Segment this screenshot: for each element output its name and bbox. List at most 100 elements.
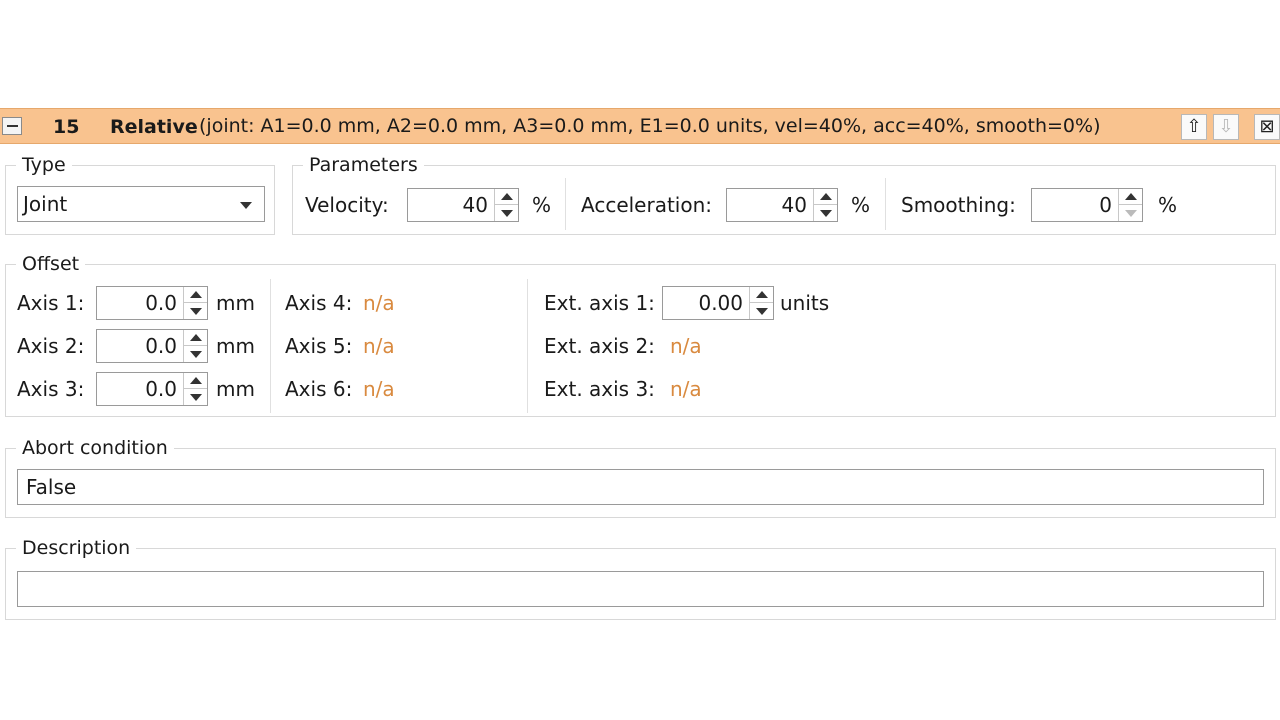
smoothing-increment[interactable] xyxy=(1119,189,1142,205)
acceleration-label: Acceleration: xyxy=(581,193,713,217)
velocity-decrement[interactable] xyxy=(495,205,518,221)
description-label: Description xyxy=(16,537,137,559)
axis5-label: Axis 5: xyxy=(285,334,353,358)
axis6-value: n/a xyxy=(363,377,395,401)
ext-axis1-label: Ext. axis 1: xyxy=(544,291,655,315)
velocity-spinbox[interactable]: 40 xyxy=(407,188,519,222)
acceleration-decrement[interactable] xyxy=(814,205,837,221)
ext-axis1-increment[interactable] xyxy=(750,287,773,303)
axis4-label: Axis 4: xyxy=(285,291,353,315)
move-up-button[interactable]: ⇧ xyxy=(1181,114,1207,140)
axis2-decrement[interactable] xyxy=(184,346,207,362)
arrow-down-icon xyxy=(819,209,832,217)
description-input[interactable] xyxy=(17,571,1264,607)
acceleration-increment[interactable] xyxy=(814,189,837,205)
axis1-spinbox[interactable]: 0.0 xyxy=(96,286,208,320)
smoothing-label: Smoothing: xyxy=(901,193,1016,217)
acceleration-spin-buttons xyxy=(813,189,837,221)
acceleration-unit: % xyxy=(851,193,871,217)
arrow-down-icon xyxy=(189,393,202,401)
abort-condition-input[interactable]: False xyxy=(17,469,1264,505)
ext-axis1-value: 0.00 xyxy=(698,291,743,315)
axis4-value: n/a xyxy=(363,291,395,315)
axis3-value: 0.0 xyxy=(145,377,177,401)
ext-axis1-spinbox[interactable]: 0.00 xyxy=(662,286,774,320)
velocity-unit: % xyxy=(532,193,552,217)
axis2-unit: mm xyxy=(216,334,255,358)
axis3-increment[interactable] xyxy=(184,373,207,389)
axis3-spin-buttons xyxy=(183,373,207,405)
chevron-down-icon xyxy=(240,202,252,209)
smoothing-spin-buttons xyxy=(1118,189,1142,221)
offset-group: Offset Axis 1: 0.0 mm Axis 2: 0.0 mm Axi… xyxy=(5,253,1276,417)
ext-axis1-spin-buttons xyxy=(749,287,773,319)
divider xyxy=(885,178,886,230)
type-dropdown-value: Joint xyxy=(23,192,68,216)
step-type-label: Relative xyxy=(110,116,198,138)
arrow-down-icon: ⇩ xyxy=(1218,116,1234,137)
acceleration-value: 40 xyxy=(781,193,807,217)
axis2-increment[interactable] xyxy=(184,330,207,346)
axis3-label: Axis 3: xyxy=(17,377,85,401)
smoothing-spinbox[interactable]: 0 xyxy=(1031,188,1143,222)
step-summary: (joint: A1=0.0 mm, A2=0.0 mm, A3=0.0 mm,… xyxy=(199,115,1101,137)
axis2-spin-buttons xyxy=(183,330,207,362)
axis1-label: Axis 1: xyxy=(17,291,85,315)
arrow-up-icon xyxy=(500,193,513,200)
step-number: 15 xyxy=(53,116,80,138)
velocity-label: Velocity: xyxy=(305,193,389,217)
arrow-down-icon xyxy=(500,209,513,217)
smoothing-decrement[interactable] xyxy=(1119,205,1142,221)
acceleration-spinbox[interactable]: 40 xyxy=(726,188,838,222)
arrow-up-icon xyxy=(1124,193,1137,200)
arrow-up-icon: ⇧ xyxy=(1186,116,1202,137)
axis3-unit: mm xyxy=(216,377,255,401)
description-group: Description xyxy=(5,537,1276,620)
divider xyxy=(527,279,528,413)
axis2-value: 0.0 xyxy=(145,334,177,358)
delete-step-button[interactable]: ⊠ xyxy=(1254,114,1280,140)
arrow-up-icon xyxy=(755,291,768,298)
arrow-up-icon xyxy=(189,377,202,384)
smoothing-value: 0 xyxy=(1099,193,1112,217)
divider xyxy=(270,279,271,413)
ext-axis3-value: n/a xyxy=(670,377,702,401)
ext-axis1-decrement[interactable] xyxy=(750,303,773,319)
parameters-group-label: Parameters xyxy=(303,154,424,176)
axis1-spin-buttons xyxy=(183,287,207,319)
velocity-value: 40 xyxy=(462,193,488,217)
type-dropdown[interactable]: Joint xyxy=(17,186,265,222)
divider xyxy=(565,178,566,230)
offset-group-label: Offset xyxy=(16,253,86,275)
step-header[interactable]: 15 Relative (joint: A1=0.0 mm, A2=0.0 mm… xyxy=(0,108,1280,144)
axis3-spinbox[interactable]: 0.0 xyxy=(96,372,208,406)
axis5-value: n/a xyxy=(363,334,395,358)
abort-condition-label: Abort condition xyxy=(16,437,174,459)
arrow-up-icon xyxy=(819,193,832,200)
type-group-label: Type xyxy=(16,154,72,176)
arrow-down-icon xyxy=(755,307,768,315)
arrow-down-icon xyxy=(189,350,202,358)
axis1-increment[interactable] xyxy=(184,287,207,303)
smoothing-unit: % xyxy=(1158,193,1178,217)
close-icon: ⊠ xyxy=(1259,116,1275,137)
axis1-unit: mm xyxy=(216,291,255,315)
velocity-increment[interactable] xyxy=(495,189,518,205)
type-group: Type Joint xyxy=(5,154,275,235)
axis1-decrement[interactable] xyxy=(184,303,207,319)
ext-axis2-value: n/a xyxy=(670,334,702,358)
axis2-spinbox[interactable]: 0.0 xyxy=(96,329,208,363)
ext-axis3-label: Ext. axis 3: xyxy=(544,377,655,401)
parameters-group: Parameters Velocity: 40 % Acceleration: … xyxy=(292,154,1276,235)
arrow-down-icon xyxy=(1124,209,1137,217)
abort-condition-group: Abort condition False xyxy=(5,437,1276,518)
axis3-decrement[interactable] xyxy=(184,389,207,405)
arrow-up-icon xyxy=(189,334,202,341)
axis6-label: Axis 6: xyxy=(285,377,353,401)
axis2-label: Axis 2: xyxy=(17,334,85,358)
velocity-spin-buttons xyxy=(494,189,518,221)
collapse-button[interactable] xyxy=(2,117,22,135)
ext-axis1-unit: units xyxy=(780,291,830,315)
move-down-button[interactable]: ⇩ xyxy=(1213,114,1239,140)
arrow-up-icon xyxy=(189,291,202,298)
